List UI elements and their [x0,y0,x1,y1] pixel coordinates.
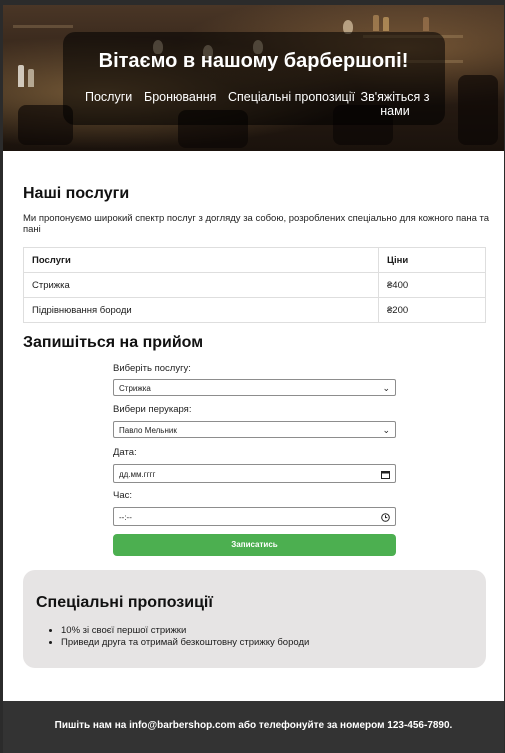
footer: Пишіть нам на info@barbershop.com або те… [3,701,504,753]
service-price: ₴400 [378,272,486,298]
column-header-price: Ціни [378,247,486,273]
service-select[interactable]: Стрижка ⌄ [113,379,396,396]
barber-select[interactable]: Павло Мельник ⌄ [113,421,396,438]
time-label: Час: [113,490,133,501]
column-header-service: Послуги [23,247,379,273]
chevron-down-icon: ⌄ [382,383,390,393]
submit-booking-button[interactable]: Записатись [113,534,396,556]
nav-link-booking[interactable]: Бронювання [144,90,216,104]
barber-select-value: Павло Мельник [119,426,177,435]
services-heading: Наші послуги [23,185,130,202]
services-table: Послуги Ціни Стрижка ₴400 Підрівнювання … [23,247,486,323]
date-input[interactable]: дд.мм.гггг [113,464,396,483]
page-title: Вітаємо в нашому барбершопі! [98,50,409,72]
nav-link-contact[interactable]: Зв'яжіться з нами [355,90,435,118]
time-input-placeholder: --:-- [119,513,132,522]
service-select-label: Виберіть послугу: [113,363,191,374]
service-name: Підрівнювання бороди [23,297,379,323]
nav-link-offers[interactable]: Спеціальні пропозиції [228,90,355,104]
time-input[interactable]: --:-- [113,507,396,526]
table-row: Підрівнювання бороди ₴200 [23,297,486,323]
footer-contact-text: Пишіть нам на info@barbershop.com або те… [54,720,453,731]
page: Вітаємо в нашому барбершопі! Послуги Бро… [3,5,504,753]
calendar-icon[interactable] [381,465,390,484]
list-item: Приведи друга та отримай безкоштовну стр… [61,637,309,649]
service-price: ₴200 [378,297,486,323]
date-input-placeholder: дд.мм.гггг [119,470,156,479]
table-row: Стрижка ₴400 [23,272,486,298]
service-select-value: Стрижка [119,384,151,393]
barber-select-label: Вибери перукаря: [113,404,192,415]
service-name: Стрижка [23,272,379,298]
booking-heading: Запишіться на прийом [23,334,204,351]
chevron-down-icon: ⌄ [382,425,390,435]
offers-heading: Спеціальні пропозиції [36,594,213,611]
clock-icon[interactable] [381,508,390,527]
services-intro: Ми пропонуємо широкий спектр послуг з до… [23,213,490,235]
special-offers-panel: Спеціальні пропозиції 10% зі своєї першо… [23,570,486,668]
nav-link-services[interactable]: Послуги [85,90,132,104]
offers-list: 10% зі своєї першої стрижки Приведи друг… [61,625,309,649]
date-label: Дата: [113,447,137,458]
list-item: 10% зі своєї першої стрижки [61,625,309,637]
table-header-row: Послуги Ціни [23,247,486,273]
